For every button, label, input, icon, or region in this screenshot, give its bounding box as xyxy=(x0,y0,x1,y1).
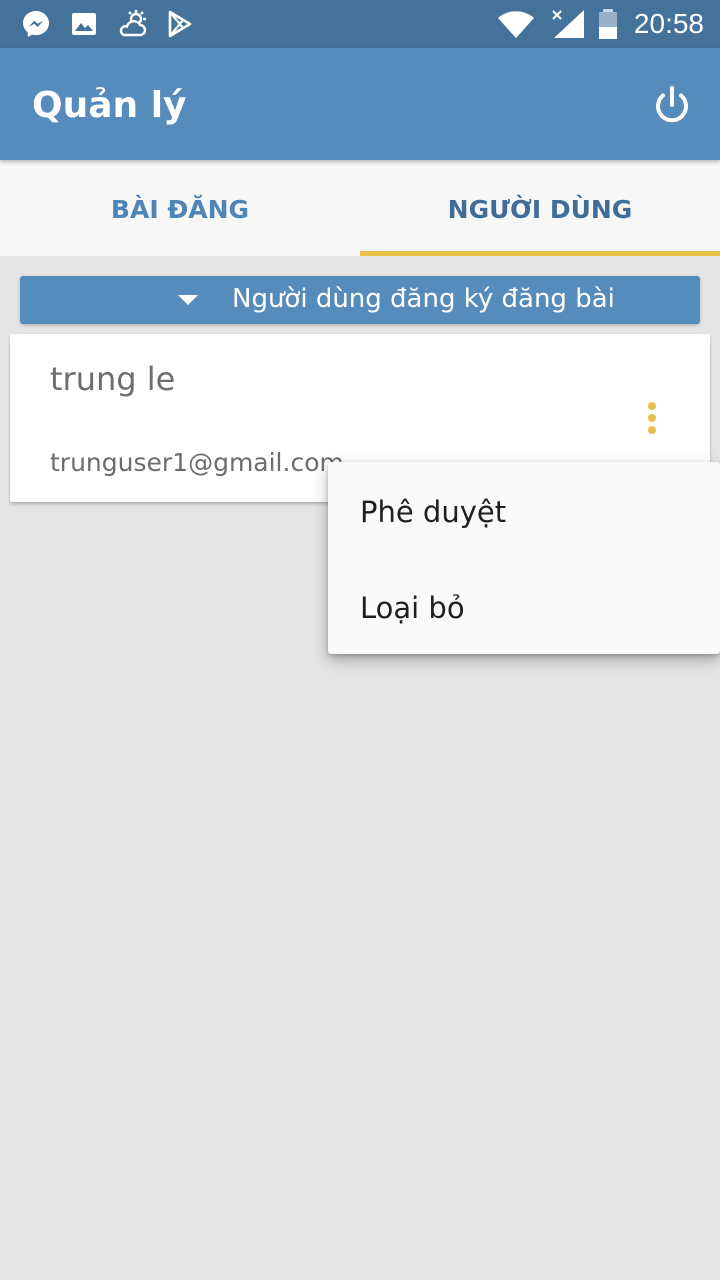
tab-bar: BÀI ĐĂNG NGƯỜI DÙNG xyxy=(0,160,720,256)
tab-indicator xyxy=(360,251,720,256)
filter-label: Người dùng đăng ký đăng bài xyxy=(232,284,615,314)
battery-icon xyxy=(599,9,617,39)
tab-posts[interactable]: BÀI ĐĂNG xyxy=(0,160,360,256)
wifi-icon xyxy=(498,11,534,38)
popup-menu: Phê duyệt Loại bỏ xyxy=(328,462,720,654)
signal-icon xyxy=(552,10,584,38)
menu-item-label: Phê duyệt xyxy=(360,495,507,529)
tab-users[interactable]: NGƯỜI DÙNG xyxy=(360,160,720,256)
power-icon xyxy=(656,86,688,123)
app-bar: Quản lý xyxy=(0,48,720,160)
menu-item-reject[interactable]: Loại bỏ xyxy=(328,560,720,656)
page-title: Quản lý xyxy=(32,85,187,126)
user-email: trunguser1@gmail.com xyxy=(50,448,344,477)
power-button[interactable] xyxy=(648,82,696,130)
status-clock: 20:58 xyxy=(633,8,704,39)
caret-down-icon xyxy=(178,295,198,305)
image-icon xyxy=(72,13,96,35)
weather-icon xyxy=(119,10,147,37)
messenger-icon xyxy=(23,11,49,37)
play-store-icon xyxy=(168,10,192,38)
more-options-button[interactable] xyxy=(636,398,668,438)
menu-item-approve[interactable]: Phê duyệt xyxy=(328,464,720,560)
menu-item-label: Loại bỏ xyxy=(360,591,465,625)
user-name: trung le xyxy=(50,360,176,398)
tab-label: BÀI ĐĂNG xyxy=(110,195,250,224)
filter-dropdown[interactable]: Người dùng đăng ký đăng bài xyxy=(20,276,700,324)
tab-label: NGƯỜI DÙNG xyxy=(447,195,633,224)
status-bar: 20:58 xyxy=(0,0,720,48)
